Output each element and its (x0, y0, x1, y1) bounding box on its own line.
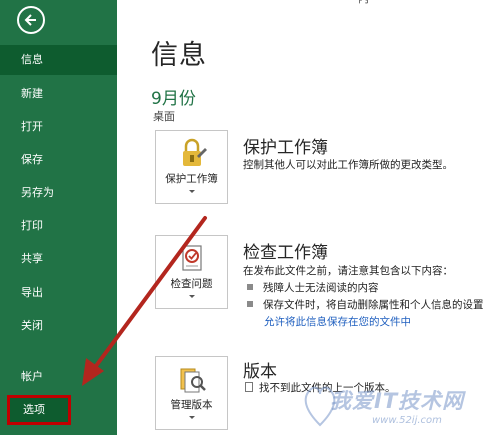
watermark-text: 我爱IT技术网 (330, 389, 465, 413)
site-watermark: 我爱IT技术网 www.52ij.com (300, 380, 500, 435)
annotation-arrow (82, 216, 207, 386)
watermark-url: www.52ij.com (372, 415, 442, 426)
